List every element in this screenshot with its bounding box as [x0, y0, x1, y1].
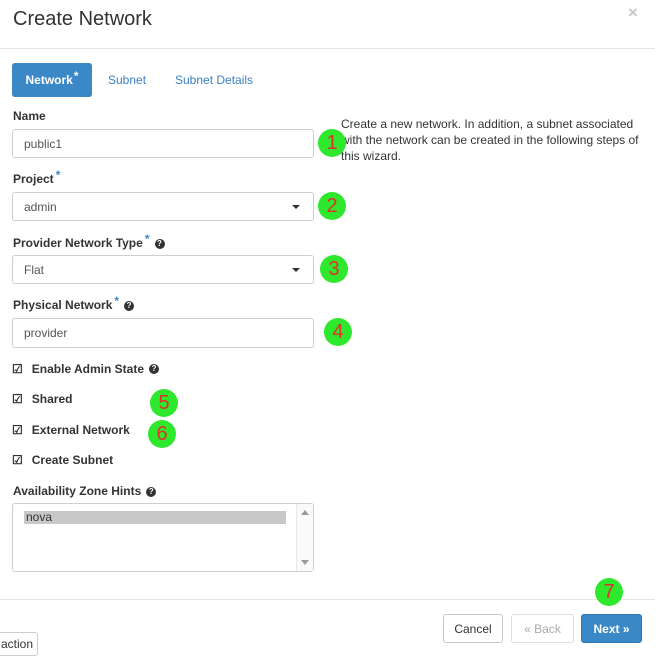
listbox-scrollbar[interactable]	[296, 504, 313, 571]
provider-network-type-label: Provider Network Type *?	[13, 232, 165, 250]
availability-zone-hints-label: Availability Zone Hints?	[13, 484, 157, 498]
question-circle-icon[interactable]: ?	[124, 301, 135, 311]
close-icon[interactable]: ×	[628, 3, 638, 23]
provider-network-type-label-text: Provider Network Type	[13, 236, 143, 250]
checkbox-checked-icon[interactable]: ☑	[12, 423, 23, 437]
required-mark: *	[73, 69, 79, 83]
tab-subnet[interactable]: Subnet	[108, 63, 146, 97]
availability-zone-hints-label-text: Availability Zone Hints	[13, 484, 142, 498]
caret-down-icon	[292, 205, 300, 209]
shared-label: Shared	[31, 392, 73, 406]
checkbox-checked-icon[interactable]: ☑	[12, 453, 23, 467]
required-mark: *	[144, 232, 150, 246]
annotation-badge-7: 7	[595, 578, 623, 606]
listbox-option[interactable]: nova	[24, 511, 286, 524]
project-label: Project *	[13, 168, 60, 186]
project-select[interactable]: admin	[12, 192, 314, 221]
annotation-badge-3: 3	[320, 255, 348, 283]
required-mark: *	[114, 294, 120, 308]
question-circle-icon[interactable]: ?	[149, 364, 160, 374]
modal-title: Create Network	[13, 8, 152, 30]
cancel-button[interactable]: Cancel	[443, 614, 503, 643]
name-label: Name	[13, 109, 46, 123]
scroll-down-icon[interactable]	[301, 560, 309, 565]
availability-zone-hints-listbox[interactable]: nova	[12, 503, 314, 572]
physical-network-label: Physical Network *?	[13, 294, 135, 312]
caret-down-icon	[292, 268, 300, 272]
tab-network-label: Network	[25, 73, 73, 87]
next-button[interactable]: Next »	[581, 614, 642, 643]
tab-network[interactable]: Network *	[12, 63, 92, 97]
name-input[interactable]: public1	[12, 129, 314, 158]
back-button[interactable]: « Back	[511, 614, 574, 643]
physical-network-input[interactable]: provider	[12, 318, 314, 348]
annotation-badge-6: 6	[148, 420, 176, 448]
provider-network-type-value: Flat	[24, 262, 45, 277]
header-divider	[0, 48, 655, 49]
required-mark: *	[55, 168, 61, 182]
external-network-checkbox[interactable]: ☑ External Network	[12, 423, 130, 437]
checkbox-checked-icon[interactable]: ☑	[12, 392, 23, 406]
annotation-badge-1: 1	[318, 129, 346, 157]
provider-network-type-select[interactable]: Flat	[12, 255, 314, 284]
footer-divider	[0, 599, 655, 600]
annotation-badge-4: 4	[324, 318, 352, 346]
enable-admin-state-label: Enable Admin State	[31, 362, 145, 376]
background-action-tab[interactable]: action	[0, 632, 38, 656]
help-text: Create a new network. In addition, a sub…	[341, 117, 639, 163]
create-subnet-label: Create Subnet	[31, 453, 114, 467]
checkbox-checked-icon[interactable]: ☑	[12, 362, 23, 376]
question-circle-icon[interactable]: ?	[154, 239, 165, 249]
create-subnet-checkbox[interactable]: ☑ Create Subnet	[12, 453, 113, 467]
question-circle-icon[interactable]: ?	[146, 487, 157, 497]
project-select-value: admin	[24, 199, 57, 214]
physical-network-label-text: Physical Network	[13, 298, 113, 312]
tab-subnet-details[interactable]: Subnet Details	[175, 63, 253, 97]
project-label-text: Project	[13, 172, 54, 186]
shared-checkbox[interactable]: ☑ Shared	[12, 392, 72, 406]
annotation-badge-5: 5	[150, 389, 178, 417]
enable-admin-state-checkbox[interactable]: ☑ Enable Admin State?	[12, 362, 160, 376]
external-network-label: External Network	[31, 423, 130, 437]
annotation-badge-2: 2	[318, 192, 346, 220]
scroll-up-icon[interactable]	[301, 510, 309, 515]
